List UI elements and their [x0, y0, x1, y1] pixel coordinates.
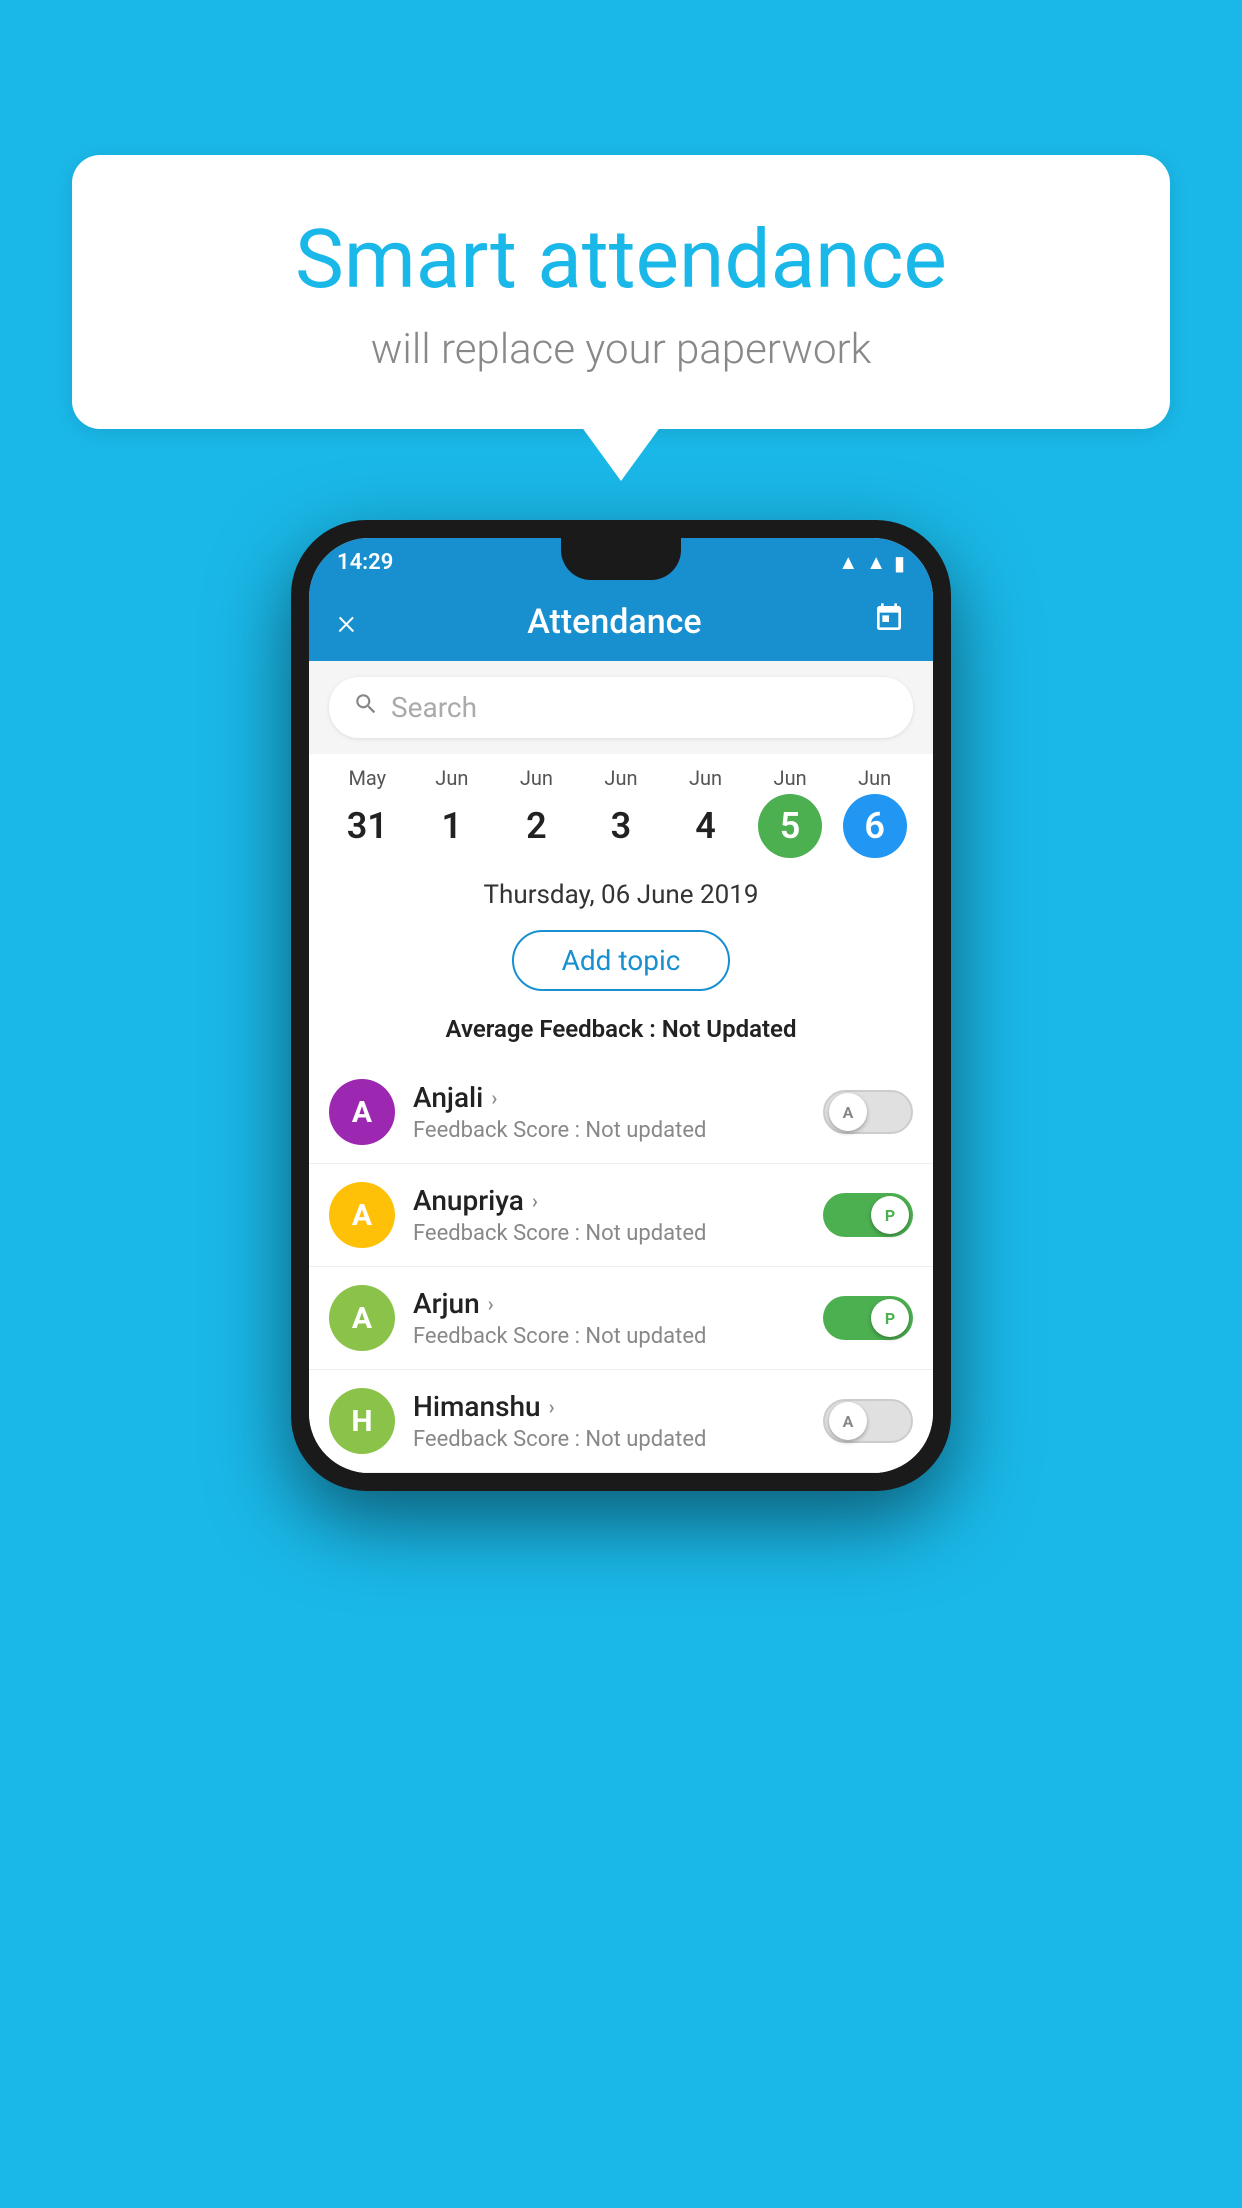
calendar-day-5[interactable]: Jun 5 [754, 766, 826, 858]
cal-month-6: Jun [858, 766, 891, 790]
attendance-toggle-3[interactable]: A [823, 1399, 913, 1443]
cal-month-5: Jun [774, 766, 807, 790]
cal-date-1[interactable]: 1 [420, 794, 484, 858]
app-bar-title: Attendance [527, 602, 701, 642]
toggle-knob-3: A [829, 1402, 867, 1440]
attendance-toggle-0[interactable]: A [823, 1090, 913, 1134]
student-info-2: Arjun › Feedback Score : Not updated [413, 1287, 823, 1349]
cal-month-2: Jun [520, 766, 553, 790]
speech-bubble: Smart attendance will replace your paper… [72, 155, 1170, 429]
toggle-container-0[interactable]: A [823, 1090, 913, 1134]
bubble-title: Smart attendance [122, 215, 1120, 305]
student-score-2: Feedback Score : Not updated [413, 1324, 823, 1349]
student-name-1: Anupriya › [413, 1184, 823, 1217]
avg-feedback-value: Not Updated [662, 1015, 797, 1043]
search-bar[interactable]: Search [329, 677, 913, 738]
search-container: Search [309, 661, 933, 754]
signal-icon: ▲ [866, 550, 886, 575]
student-info-0: Anjali › Feedback Score : Not updated [413, 1081, 823, 1143]
search-icon [353, 691, 379, 724]
add-topic-container: Add topic [309, 920, 933, 1007]
avatar-0: A [329, 1079, 395, 1145]
calendar-icon[interactable] [873, 602, 905, 642]
avatar-2: A [329, 1285, 395, 1351]
calendar-day-4[interactable]: Jun 4 [670, 766, 742, 858]
attendance-toggle-2[interactable]: P [823, 1296, 913, 1340]
cal-date-3[interactable]: 3 [589, 794, 653, 858]
avatar-1: A [329, 1182, 395, 1248]
calendar-row: May 31 Jun 1 Jun 2 Jun 3 Jun 4 Jun 5 Jun 6 [309, 754, 933, 862]
student-item-3[interactable]: H Himanshu › Feedback Score : Not updatedA [309, 1370, 933, 1473]
phone-mockup: 14:29 ▲ ▲ ▮ × Attendance [291, 520, 951, 1491]
phone-outer: 14:29 ▲ ▲ ▮ × Attendance [291, 520, 951, 1491]
search-input[interactable]: Search [391, 691, 889, 724]
avg-feedback: Average Feedback : Not Updated [309, 1007, 933, 1061]
status-time: 14:29 [337, 550, 393, 575]
student-item-2[interactable]: A Arjun › Feedback Score : Not updated P [309, 1267, 933, 1370]
cal-month-1: Jun [435, 766, 468, 790]
close-button[interactable]: × [337, 601, 356, 643]
cal-date-2[interactable]: 2 [504, 794, 568, 858]
student-info-3: Himanshu › Feedback Score : Not updated [413, 1390, 823, 1452]
toggle-container-3[interactable]: A [823, 1399, 913, 1443]
calendar-day-2[interactable]: Jun 2 [500, 766, 572, 858]
student-score-0: Feedback Score : Not updated [413, 1118, 823, 1143]
calendar-day-31[interactable]: May 31 [331, 766, 403, 858]
cal-month-4: Jun [689, 766, 722, 790]
phone-screen: 14:29 ▲ ▲ ▮ × Attendance [309, 538, 933, 1473]
chevron-icon: › [549, 1395, 555, 1419]
wifi-icon: ▲ [838, 550, 858, 575]
attendance-toggle-1[interactable]: P [823, 1193, 913, 1237]
student-score-3: Feedback Score : Not updated [413, 1427, 823, 1452]
calendar-day-6[interactable]: Jun 6 [839, 766, 911, 858]
toggle-knob-2: P [871, 1299, 909, 1337]
bubble-subtitle: will replace your paperwork [122, 325, 1120, 374]
student-item-1[interactable]: A Anupriya › Feedback Score : Not updated P [309, 1164, 933, 1267]
chevron-icon: › [491, 1086, 497, 1110]
status-bar-wrapper: 14:29 ▲ ▲ ▮ [309, 538, 933, 583]
selected-date-label: Thursday, 06 June 2019 [309, 862, 933, 920]
chevron-icon: › [532, 1189, 538, 1213]
student-name-0: Anjali › [413, 1081, 823, 1114]
phone-notch [561, 538, 681, 580]
cal-month-0: May [348, 766, 386, 790]
avatar-3: H [329, 1388, 395, 1454]
toggle-container-1[interactable]: P [823, 1193, 913, 1237]
student-item-0[interactable]: AAnjali ›Feedback Score : Not updatedA [309, 1061, 933, 1164]
student-name-2: Arjun › [413, 1287, 823, 1320]
chevron-icon: › [488, 1292, 494, 1316]
cal-date-4[interactable]: 4 [674, 794, 738, 858]
battery-icon: ▮ [894, 551, 905, 575]
add-topic-button[interactable]: Add topic [512, 930, 731, 991]
cal-date-0[interactable]: 31 [335, 794, 399, 858]
student-score-1: Feedback Score : Not updated [413, 1221, 823, 1246]
cal-date-5[interactable]: 5 [758, 794, 822, 858]
student-list: AAnjali ›Feedback Score : Not updatedAAA… [309, 1061, 933, 1473]
toggle-container-2[interactable]: P [823, 1296, 913, 1340]
avg-feedback-label: Average Feedback : [446, 1015, 662, 1043]
speech-bubble-container: Smart attendance will replace your paper… [72, 155, 1170, 429]
toggle-knob-1: P [871, 1196, 909, 1234]
calendar-day-1[interactable]: Jun 1 [416, 766, 488, 858]
student-name-3: Himanshu › [413, 1390, 823, 1423]
cal-date-6[interactable]: 6 [843, 794, 907, 858]
student-info-1: Anupriya › Feedback Score : Not updated [413, 1184, 823, 1246]
toggle-knob-0: A [829, 1093, 867, 1131]
calendar-day-3[interactable]: Jun 3 [585, 766, 657, 858]
cal-month-3: Jun [604, 766, 637, 790]
status-icons: ▲ ▲ ▮ [838, 550, 905, 575]
app-bar: × Attendance [309, 583, 933, 661]
